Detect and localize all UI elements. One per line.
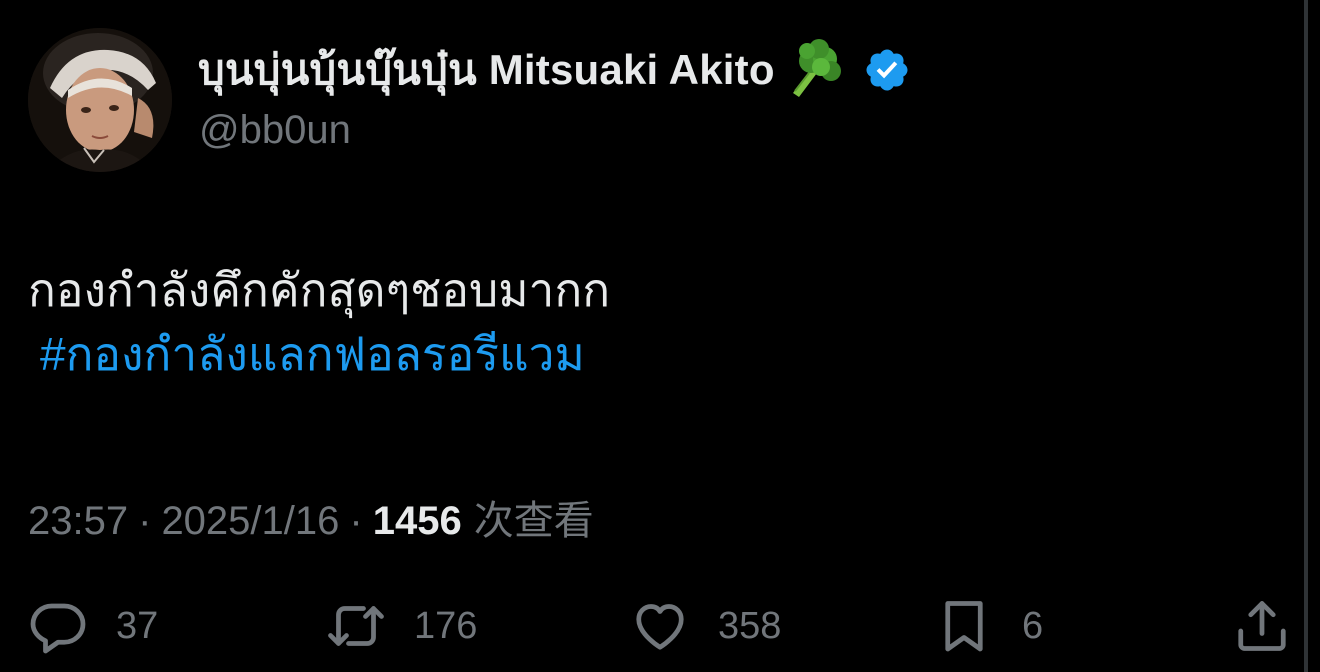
hashtag-link[interactable]: #กองกำลังแลกฟอลรอรีแวม: [40, 322, 610, 386]
avatar-photo: [28, 28, 172, 172]
tweet-text: กองกำลังคึกคักสุดๆชอบมากก: [28, 264, 611, 316]
views-label: 次查看: [473, 499, 594, 543]
author-display-name[interactable]: บุนบุ่นบุ้นบุ๊นบุ๋น Mitsuaki Akito: [198, 37, 775, 103]
like-count: 358: [718, 604, 782, 647]
tweet-detail-page: บุนบุ่นบุ้นบุ๊นบุ๋น Mitsuaki Akito @bb0u…: [0, 0, 1320, 672]
verified-badge-icon[interactable]: [863, 46, 911, 94]
broccoli-icon: [781, 39, 843, 101]
like-button[interactable]: 358: [630, 596, 781, 656]
reply-icon: [30, 603, 86, 654]
views-count: 1456: [372, 499, 462, 543]
action-bar: 37 176 358 6: [0, 596, 1320, 656]
share-button[interactable]: [1232, 596, 1292, 656]
reply-button[interactable]: 37: [28, 596, 158, 656]
bookmark-button[interactable]: 6: [934, 596, 1043, 656]
reply-count: 37: [116, 604, 159, 647]
tweet-meta: 23:57 · 2025/1/16 · 1456 次查看: [28, 488, 594, 546]
meta-separator: ·: [138, 499, 152, 543]
heart-icon: [636, 604, 684, 650]
retweet-icon: [328, 606, 384, 646]
retweet-button[interactable]: 176: [326, 596, 477, 656]
scrollbar[interactable]: [1304, 0, 1308, 672]
tweet-date[interactable]: 2025/1/16: [161, 499, 339, 544]
bookmark-count: 6: [1022, 604, 1044, 647]
meta-separator: ·: [349, 499, 363, 543]
retweet-count: 176: [414, 604, 478, 647]
share-icon: [1238, 601, 1286, 651]
author-handle[interactable]: @bb0un: [199, 108, 351, 153]
tweet-time[interactable]: 23:57: [28, 499, 128, 544]
author-name-row[interactable]: บุนบุ่นบุ้นบุ๊นบุ๋น Mitsuaki Akito: [198, 37, 911, 103]
bookmark-icon: [945, 601, 983, 652]
tweet-body: กองกำลังคึกคักสุดๆชอบมากก #กองกำลังแลกฟอ…: [28, 258, 610, 386]
avatar[interactable]: [28, 28, 172, 172]
